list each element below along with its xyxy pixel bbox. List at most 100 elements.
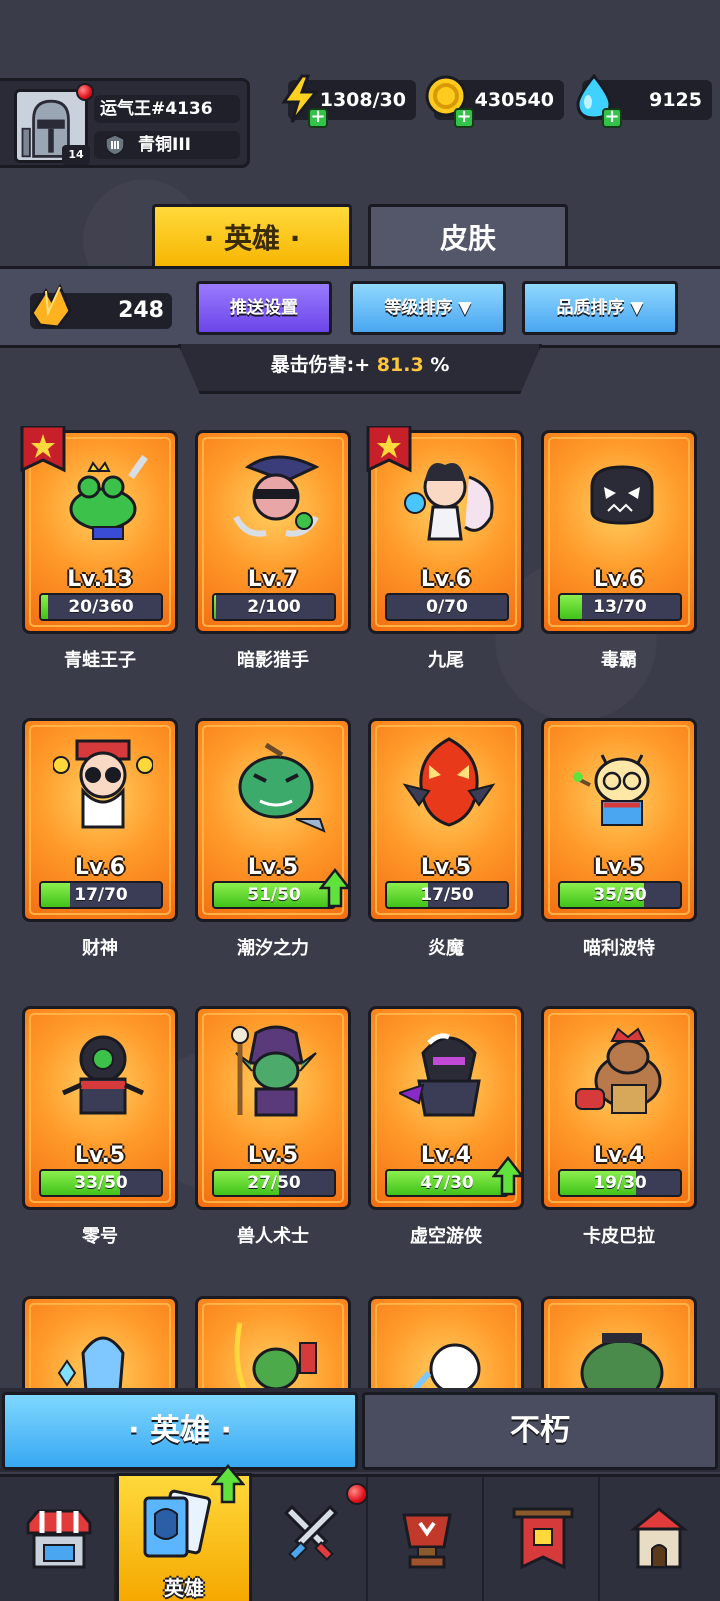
hero-name: 零号 xyxy=(82,1226,118,1247)
gem-value: 9125 xyxy=(649,89,702,111)
hero-card-frame xyxy=(22,1296,178,1388)
hero-card[interactable]: Lv.4 47/30 虚空游侠 xyxy=(368,1006,524,1247)
hero-card[interactable]: Lv.13 20/360 青蛙王子 xyxy=(20,426,178,671)
hero-card[interactable]: Lv.5 33/50 零号 xyxy=(22,1006,178,1247)
hero-progress-text: 17/70 xyxy=(74,885,128,905)
hero-name: 兽人术士 xyxy=(237,1226,309,1247)
hero-level: Lv.5 xyxy=(593,855,645,880)
hero-card[interactable] xyxy=(22,1296,178,1388)
hero-portrait-icon xyxy=(412,1343,481,1388)
chevron-down-icon: ▼ xyxy=(630,298,644,318)
hero-name: 青蛙王子 xyxy=(64,650,136,671)
gem-counter[interactable]: + 9125 xyxy=(576,74,712,128)
subtab-immortal[interactable]: 不朽 xyxy=(362,1392,718,1470)
player-profile[interactable]: 14 运气王#4136 青铜III xyxy=(0,78,250,168)
hero-progress-bar: 27/50 xyxy=(212,1169,336,1197)
rank-shield-icon xyxy=(105,134,125,156)
hero-name: 九尾 xyxy=(428,650,464,671)
quality-sort-button[interactable]: 品质排序 ▼ xyxy=(522,281,678,335)
hero-name: 潮汐之力 xyxy=(237,938,309,959)
nav-guild[interactable] xyxy=(368,1477,484,1601)
add-gold-icon[interactable]: + xyxy=(454,108,474,128)
hero-progress-bar: 2/100 xyxy=(212,593,336,621)
hero-level: Lv.5 xyxy=(247,1143,299,1168)
hero-progress-bar: 51/50 xyxy=(212,881,336,909)
hero-portrait-icon xyxy=(590,465,654,525)
hero-progress-bar: 20/360 xyxy=(39,593,163,621)
upgrade-arrow-icon xyxy=(319,868,351,908)
trophy-cup-icon xyxy=(402,1513,452,1569)
gold-counter[interactable]: + 430540 xyxy=(425,75,564,128)
battle-notification-dot xyxy=(346,1483,368,1505)
hero-progress-text: 51/50 xyxy=(247,885,301,905)
hero-portrait-icon xyxy=(404,463,494,541)
hero-level: Lv.5 xyxy=(74,1143,126,1168)
tab-skins[interactable]: 皮肤 xyxy=(368,204,568,268)
player-rank: 青铜III xyxy=(94,131,240,159)
subtab-heroes[interactable]: · 英雄 · xyxy=(2,1392,358,1470)
add-energy-icon[interactable]: + xyxy=(308,108,328,128)
crit-damage-panel: 暴击伤害:+ 81.3 % xyxy=(178,344,542,394)
hero-portrait-icon xyxy=(57,1336,125,1388)
crossed-swords-icon xyxy=(283,1504,339,1561)
hero-card[interactable]: Lv.6 0/70 九尾 xyxy=(366,426,524,671)
hero-card[interactable]: Lv.5 17/50 炎魔 xyxy=(368,718,524,959)
shard-value: 248 xyxy=(118,298,164,323)
hero-card[interactable]: Lv.7 2/100 暗影猎手 xyxy=(195,430,351,671)
quality-sort-label: 品质排序 xyxy=(556,298,625,318)
hero-progress-text: 33/50 xyxy=(74,1173,128,1193)
push-settings-button[interactable]: 推送设置 xyxy=(196,281,332,335)
hero-portrait-icon xyxy=(575,1027,662,1114)
hero-progress-bar: 19/30 xyxy=(558,1169,682,1197)
hero-card-frame: Lv.6 13/70 xyxy=(541,430,697,634)
bottom-navbar: 英雄 xyxy=(0,1464,720,1601)
hero-portrait-icon xyxy=(580,1333,664,1388)
hero-card-frame xyxy=(541,1296,697,1388)
level-sort-button[interactable]: 等级排序 ▼ xyxy=(350,281,506,335)
hero-progress-text: 20/360 xyxy=(68,597,134,617)
hero-progress-text: 2/100 xyxy=(247,597,301,617)
hero-card[interactable]: Lv.4 19/30 卡皮巴拉 xyxy=(541,1006,697,1247)
nav-castle[interactable] xyxy=(600,1477,720,1601)
hero-card[interactable] xyxy=(368,1296,524,1388)
hero-card-frame: Lv.6 17/70 xyxy=(22,718,178,922)
hero-card[interactable] xyxy=(541,1296,697,1388)
hero-card[interactable]: Lv.6 13/70 毒霸 xyxy=(541,430,697,671)
hero-name: 财神 xyxy=(82,938,118,959)
hero-name: 毒霸 xyxy=(601,650,637,671)
hero-progress-text: 0/70 xyxy=(426,597,468,617)
nav-heroes[interactable]: 英雄 xyxy=(116,1464,252,1601)
tab-heroes[interactable]: · 英雄 · xyxy=(152,204,352,268)
banner-flag-icon xyxy=(512,1507,574,1570)
hero-progress-bar: 0/70 xyxy=(385,593,509,621)
hero-portrait-icon xyxy=(69,454,148,540)
hero-card[interactable] xyxy=(195,1296,351,1388)
energy-value: 1308/30 xyxy=(319,89,406,111)
add-gem-icon[interactable]: + xyxy=(602,108,622,128)
shop-stall-icon xyxy=(26,1509,92,1569)
nav-battle[interactable] xyxy=(252,1477,368,1601)
nav-clan[interactable] xyxy=(484,1477,600,1601)
energy-counter[interactable]: + 1308/30 xyxy=(281,74,416,128)
hero-progress-bar: 47/30 xyxy=(385,1169,509,1197)
hero-card[interactable]: Lv.5 51/50 潮汐之力 xyxy=(195,718,351,959)
hero-level: Lv.6 xyxy=(420,567,472,592)
upgrade-arrow-icon xyxy=(492,1156,524,1196)
hero-portrait-icon xyxy=(573,754,650,826)
hero-progress-bar: 33/50 xyxy=(39,1169,163,1197)
hero-portrait-icon xyxy=(234,1322,317,1388)
hero-card[interactable]: Lv.5 35/50 喵利波特 xyxy=(541,718,697,959)
hero-card[interactable]: Lv.5 27/50 兽人术士 xyxy=(195,1006,351,1247)
hero-progress-text: 13/70 xyxy=(593,597,647,617)
rank-label: 青铜III xyxy=(138,135,191,155)
hero-card-frame: Lv.5 33/50 xyxy=(22,1006,178,1210)
hero-portrait-icon xyxy=(61,1035,145,1115)
hero-name: 喵利波特 xyxy=(583,938,655,959)
hero-portrait-icon xyxy=(53,739,153,829)
hero-level: Lv.6 xyxy=(593,567,645,592)
hero-cards-icon xyxy=(143,1489,212,1558)
hero-card[interactable]: Lv.6 17/70 财神 xyxy=(22,718,178,959)
nav-shop[interactable] xyxy=(0,1477,116,1601)
hero-card-frame: Lv.5 27/50 xyxy=(195,1006,351,1210)
hero-progress-bar: 17/70 xyxy=(39,881,163,909)
